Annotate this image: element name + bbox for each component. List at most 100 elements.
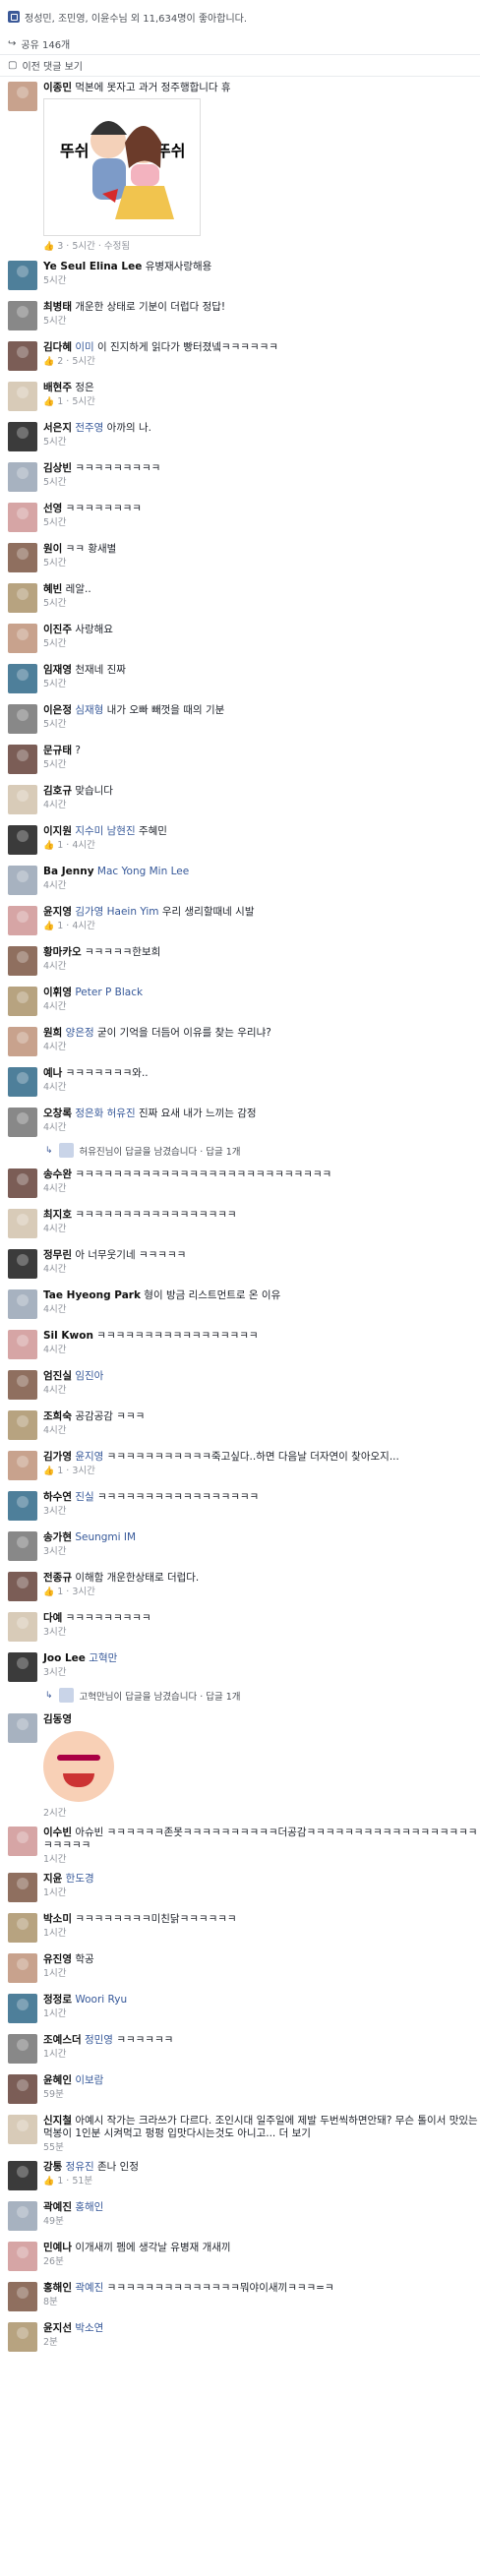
commenter-name[interactable]: Ba Jenny: [43, 866, 94, 877]
avatar[interactable]: [8, 2161, 37, 2190]
avatar[interactable]: [8, 1108, 37, 1137]
avatar[interactable]: [8, 1209, 37, 1238]
tagged-name[interactable]: 진실: [75, 1491, 93, 1503]
commenter-name[interactable]: Joo Lee: [43, 1652, 86, 1664]
commenter-name[interactable]: Sil Kwon: [43, 1330, 93, 1342]
like-icon[interactable]: 👍: [43, 1588, 54, 1597]
commenter-name[interactable]: 강통: [43, 2161, 62, 2173]
avatar[interactable]: [8, 341, 37, 371]
commenter-name[interactable]: 하수연: [43, 1491, 72, 1503]
avatar[interactable]: [8, 704, 37, 734]
commenter-name[interactable]: Tae Hyeong Park: [43, 1289, 141, 1301]
avatar[interactable]: [8, 1713, 37, 1743]
avatar[interactable]: [8, 1410, 37, 1440]
tagged-name[interactable]: 김가영 Haein Yim: [75, 906, 158, 918]
avatar[interactable]: [8, 382, 37, 411]
commenter-name[interactable]: 임재영: [43, 664, 72, 676]
tagged-name[interactable]: Mac Yong Min Lee: [97, 866, 189, 877]
commenter-name[interactable]: 이진주: [43, 624, 72, 635]
commenter-name[interactable]: 다예: [43, 1612, 62, 1624]
avatar[interactable]: [8, 2201, 37, 2231]
commenter-name[interactable]: 오창록: [43, 1108, 72, 1119]
avatar[interactable]: [8, 1451, 37, 1480]
commenter-name[interactable]: 전종규: [43, 1572, 72, 1584]
like-icon[interactable]: 👍: [43, 397, 54, 407]
commenter-name[interactable]: 최지호: [43, 1209, 72, 1221]
avatar[interactable]: [8, 1289, 37, 1319]
like-icon[interactable]: 👍: [43, 841, 54, 851]
avatar[interactable]: [8, 2115, 37, 2144]
commenter-name[interactable]: 곽예진: [43, 2201, 72, 2213]
tagged-name[interactable]: 정은화 허유진: [75, 1108, 135, 1119]
avatar[interactable]: [8, 301, 37, 330]
tagged-name[interactable]: 전주영: [75, 422, 103, 434]
tagged-name[interactable]: 곽예진: [75, 2282, 103, 2294]
avatar[interactable]: [8, 1491, 37, 1521]
commenter-name[interactable]: 윤혜인: [43, 2074, 72, 2086]
avatar[interactable]: [8, 1994, 37, 2023]
avatar[interactable]: [8, 462, 37, 492]
commenter-name[interactable]: 최병태: [43, 301, 72, 313]
avatar[interactable]: [8, 906, 37, 935]
commenter-name[interactable]: 이수빈: [43, 1827, 72, 1838]
commenter-name[interactable]: 김동영: [43, 1713, 72, 1725]
commenter-name[interactable]: 이휘영: [43, 987, 72, 998]
avatar[interactable]: [8, 82, 37, 111]
avatar[interactable]: [8, 825, 37, 855]
like-icon[interactable]: 👍: [43, 1467, 54, 1476]
like-icon[interactable]: 👍: [43, 357, 54, 367]
avatar[interactable]: [8, 987, 37, 1016]
commenter-name[interactable]: 신지철: [43, 2115, 72, 2127]
avatar[interactable]: [8, 1652, 37, 1682]
tagged-name[interactable]: 이보람: [75, 2074, 103, 2086]
avatar[interactable]: [8, 1827, 37, 1856]
commenter-name[interactable]: 서은지: [43, 422, 72, 434]
avatar[interactable]: [8, 1027, 37, 1056]
tagged-name[interactable]: 이미: [75, 341, 93, 353]
tagged-name[interactable]: 지수미 남현진: [75, 825, 135, 837]
avatar[interactable]: [8, 583, 37, 613]
commenter-name[interactable]: 민예나: [43, 2242, 72, 2253]
commenter-name[interactable]: 김상빈: [43, 462, 72, 474]
commenter-name[interactable]: 김가영: [43, 1451, 72, 1463]
avatar[interactable]: [8, 1913, 37, 1943]
commenter-name[interactable]: 송수완: [43, 1168, 72, 1180]
commenter-name[interactable]: 조희숙: [43, 1410, 72, 1422]
likes-summary[interactable]: 정성민, 조민영, 이윤수님 외 11,634명이 좋아합니다.: [0, 0, 480, 33]
commenter-name[interactable]: 조예스더: [43, 2034, 82, 2046]
avatar[interactable]: [8, 2282, 37, 2311]
commenter-name[interactable]: 이은정: [43, 704, 72, 716]
avatar[interactable]: [8, 745, 37, 774]
commenter-name[interactable]: 윤지영: [43, 906, 72, 918]
reply-summary[interactable]: ↳ 고혁만님이 답글을 남겼습니다 · 답글 1개: [8, 1688, 480, 1708]
avatar[interactable]: [8, 2322, 37, 2352]
avatar[interactable]: [8, 1370, 37, 1400]
commenter-name[interactable]: 이종민: [43, 82, 72, 93]
tagged-name[interactable]: 한도경: [66, 1873, 94, 1885]
like-icon[interactable]: 👍: [43, 922, 54, 931]
tagged-name[interactable]: Peter P Black: [75, 987, 143, 998]
avatar[interactable]: [8, 1873, 37, 1902]
commenter-name[interactable]: 배현주: [43, 382, 72, 393]
commenter-name[interactable]: 김호규: [43, 785, 72, 797]
avatar[interactable]: [8, 261, 37, 290]
tagged-name[interactable]: 박소연: [75, 2322, 103, 2334]
tagged-name[interactable]: Woori Ryu: [75, 1994, 127, 2006]
commenter-name[interactable]: 예나: [43, 1067, 62, 1079]
avatar[interactable]: [8, 1330, 37, 1359]
commenter-name[interactable]: 문규태: [43, 745, 72, 756]
avatar[interactable]: [8, 2034, 37, 2064]
tagged-name[interactable]: 심재형: [75, 704, 103, 716]
tagged-name[interactable]: 정유진: [66, 2161, 94, 2173]
avatar[interactable]: [8, 624, 37, 653]
avatar[interactable]: [8, 422, 37, 451]
commenter-name[interactable]: 엄진실: [43, 1370, 72, 1382]
tagged-name[interactable]: 고혁만: [89, 1652, 117, 1664]
avatar[interactable]: [8, 503, 37, 532]
commenter-name[interactable]: 정무린: [43, 1249, 72, 1261]
commenter-name[interactable]: 정정로: [43, 1994, 72, 2006]
tagged-name[interactable]: 양은정: [66, 1027, 94, 1039]
avatar[interactable]: [8, 1572, 37, 1601]
commenter-name[interactable]: 홍해인: [43, 2282, 72, 2294]
avatar[interactable]: [8, 785, 37, 814]
